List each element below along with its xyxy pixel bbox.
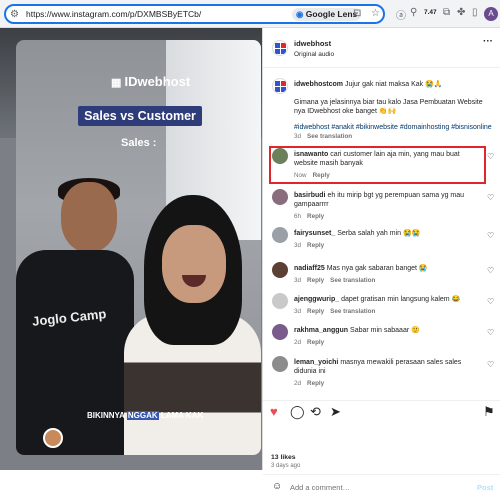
- highlight-annotation: [269, 146, 486, 184]
- comment-avatar[interactable]: [272, 262, 288, 278]
- sidebar-icon[interactable]: ▯: [472, 7, 478, 18]
- comment-body: Sabar min sabaaar 🙂: [350, 327, 420, 334]
- emoji-icon[interactable]: ☺: [272, 481, 282, 492]
- add-comment-bar: ☺ Add a comment… Post: [263, 474, 500, 498]
- caption-meta: 3d See translation: [294, 133, 353, 140]
- reply-button[interactable]: Reply: [307, 308, 324, 315]
- google-lens-button[interactable]: ◉ Google Lens: [292, 8, 362, 21]
- comment-text: basirbudi eh itu mirip bgt yg perempuan …: [294, 191, 479, 209]
- more-options-icon[interactable]: ···: [483, 36, 493, 47]
- extension-icon[interactable]: ⚲: [410, 7, 417, 18]
- comment-like-heart-icon[interactable]: ♡: [487, 360, 494, 369]
- like-heart-icon[interactable]: ♥: [270, 404, 278, 419]
- reply-button[interactable]: Reply: [307, 242, 324, 249]
- comment-like-heart-icon[interactable]: ♡: [487, 152, 494, 161]
- comment-meta: 2d Reply: [294, 339, 324, 346]
- comment-text: fairysunset_ Serba salah yah min 😭😭: [294, 229, 479, 238]
- extension-puzzle-icon[interactable]: ⧉: [443, 7, 450, 18]
- video-speaker-label: Sales :: [121, 137, 157, 149]
- lens-label: Google Lens: [305, 9, 358, 19]
- brand-mark-icon: ▦: [111, 77, 125, 89]
- bookmark-star-icon[interactable]: ☆: [371, 8, 380, 19]
- comment-text: rakhma_anggun Sabar min sabaaar 🙂: [294, 326, 479, 335]
- post-age: 3 days ago: [271, 463, 301, 469]
- profile-avatar[interactable]: A: [484, 7, 498, 21]
- lens-icon: ◉: [296, 9, 304, 19]
- comment-body: Mas nya gak sabaran banget 😭: [326, 265, 428, 272]
- comment-like-heart-icon[interactable]: ♡: [487, 193, 494, 202]
- comment-like-heart-icon[interactable]: ♡: [487, 328, 494, 337]
- like-count[interactable]: 13 likes: [271, 454, 296, 461]
- comment-meta: 6h Reply: [294, 213, 324, 220]
- reply-button[interactable]: Reply: [307, 213, 324, 220]
- url-text[interactable]: https://www.instagram.com/p/DXMBSByETCb/: [26, 9, 201, 19]
- comment-username[interactable]: fairysunset_: [294, 230, 335, 237]
- share-icon[interactable]: ➤: [330, 404, 341, 420]
- comment-like-heart-icon[interactable]: ♡: [487, 231, 494, 240]
- video-subtitle: BIKINNYA NGGAK LAMA KAK: [87, 411, 204, 420]
- translate-extension-icon[interactable]: ⓐ: [396, 7, 406, 22]
- comment-body: Serba salah yah min 😭😭: [337, 230, 421, 237]
- comment-meta: 3d Reply: [294, 242, 324, 249]
- comment-username[interactable]: basirbudi: [294, 192, 326, 199]
- audio-label[interactable]: Original audio: [294, 51, 334, 58]
- comment-time: 6h: [294, 213, 302, 220]
- comment-meta: 2d Reply: [294, 380, 324, 387]
- comment-time: 3d: [294, 277, 302, 284]
- comment-avatar[interactable]: [272, 189, 288, 205]
- post-comment-button[interactable]: Post: [477, 483, 493, 492]
- author-username[interactable]: idwebhost: [294, 39, 331, 48]
- comment-text: nadiaff25 Mas nya gak sabaran banget 😭: [294, 264, 479, 273]
- comment-input[interactable]: Add a comment…: [290, 483, 350, 492]
- comment-time: 3d: [294, 242, 302, 249]
- comment-time: 3d: [294, 308, 302, 315]
- comment-text: leman_yoichi masnya mewakili perasaan sa…: [294, 358, 479, 376]
- extensions-icon[interactable]: ✤: [457, 7, 465, 18]
- extension-badge[interactable]: 7.47: [424, 9, 437, 16]
- address-bar[interactable]: ⚙ https://www.instagram.com/p/DXMBSByETC…: [4, 4, 385, 24]
- comment-meta: 3d Reply See translation: [294, 277, 375, 284]
- comment-avatar[interactable]: [272, 324, 288, 340]
- caption-avatar[interactable]: [272, 78, 288, 94]
- video-title-banner: Sales vs Customer: [78, 106, 202, 126]
- comment-username[interactable]: ajenggwurip_: [294, 296, 339, 303]
- comment-icon[interactable]: ◯: [290, 404, 305, 420]
- reply-button[interactable]: Reply: [307, 277, 324, 284]
- see-translation-link[interactable]: See translation: [330, 308, 375, 315]
- author-avatar[interactable]: [272, 40, 288, 56]
- comment-time: 2d: [294, 339, 302, 346]
- comment-like-heart-icon[interactable]: ♡: [487, 266, 494, 275]
- cast-icon[interactable]: ⊡: [353, 8, 361, 19]
- post-detail-panel: idwebhost Original audio ··· idwebhostco…: [262, 28, 500, 492]
- comment-avatar[interactable]: [272, 356, 288, 372]
- browser-toolbar: ⚙ https://www.instagram.com/p/DXMBSByETC…: [0, 0, 500, 28]
- comment-avatar[interactable]: [272, 293, 288, 309]
- comment-username[interactable]: nadiaff25: [294, 265, 325, 272]
- caption-line1: idwebhostcom Jujur gak niat maksa Kak 😭🙏: [294, 81, 443, 88]
- repost-icon[interactable]: ⟲: [310, 404, 321, 420]
- reel-video[interactable]: ▦ IDwebhost Sales vs Customer Sales : Jo…: [16, 40, 261, 455]
- comment-text: ajenggwurip_ dapet gratisan min langsung…: [294, 295, 479, 304]
- comment-time: 2d: [294, 380, 302, 387]
- caption-line2: Gimana ya jelasinnya biar tau kalo Jasa …: [294, 99, 483, 115]
- comment-username[interactable]: leman_yoichi: [294, 359, 338, 366]
- comment-avatar[interactable]: [272, 227, 288, 243]
- comment-like-heart-icon[interactable]: ♡: [487, 297, 494, 306]
- save-bookmark-icon[interactable]: ⚑: [483, 404, 495, 420]
- post-actions: ♥ ◯ ⟲ ➤ ⚑: [263, 400, 500, 470]
- reply-button[interactable]: Reply: [307, 380, 324, 387]
- comment-meta: 3d Reply See translation: [294, 308, 375, 315]
- caption-hashtags[interactable]: #idwebhost #anakit #bikinwebsite #domain…: [294, 123, 494, 132]
- comment-username[interactable]: rakhma_anggun: [294, 327, 348, 334]
- comment-body: dapet gratisan min langsung kalem 😂: [341, 296, 461, 303]
- reply-button[interactable]: Reply: [307, 339, 324, 346]
- see-translation-link[interactable]: See translation: [330, 277, 375, 284]
- post-header: idwebhost Original audio ···: [263, 28, 500, 68]
- brand-logo: ▦ IDwebhost: [111, 74, 191, 89]
- video-creator-avatar[interactable]: [43, 428, 63, 448]
- site-settings-icon[interactable]: ⚙: [10, 9, 19, 20]
